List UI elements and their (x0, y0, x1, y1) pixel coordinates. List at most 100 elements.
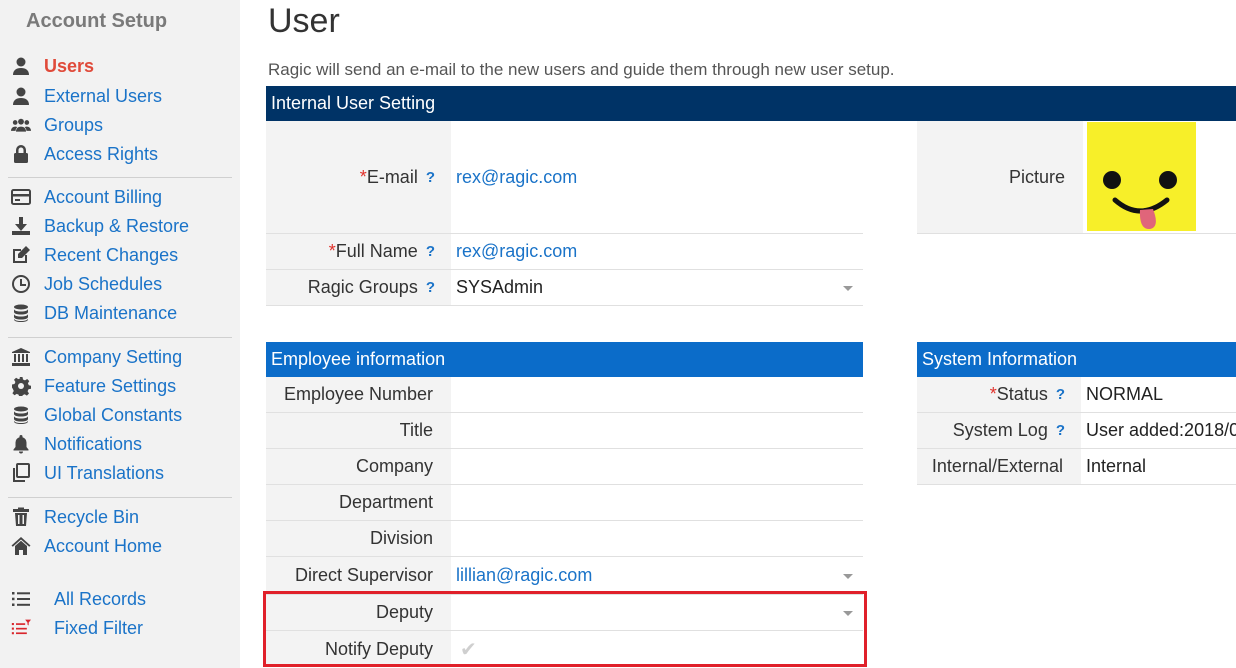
status-row: * Status? NORMAL (917, 377, 1236, 413)
sidebar-item-external-users[interactable]: External Users (8, 83, 162, 109)
internal-external-field[interactable]: Internal (1081, 449, 1236, 484)
division-label: Division (266, 521, 451, 556)
system-log-label: System Log? (917, 413, 1081, 448)
status-field[interactable]: NORMAL (1081, 377, 1236, 412)
help-icon[interactable]: ? (1056, 386, 1065, 403)
sidebar-item-notifications[interactable]: Notifications (8, 431, 142, 457)
sidebar-item-label: Notifications (44, 433, 143, 454)
sidebar: Account Setup Users External Users Group… (0, 0, 240, 668)
ragic-groups-select[interactable]: SYSAdmin (451, 270, 863, 305)
bank-icon (8, 345, 34, 369)
help-icon[interactable]: ? (426, 243, 435, 260)
download-icon (8, 214, 34, 238)
full-name-label-text: Full Name (335, 241, 418, 261)
sidebar-item-label: Account Billing (44, 186, 163, 207)
trash-icon (8, 505, 34, 529)
database-icon (8, 403, 34, 427)
ragic-groups-row: Ragic Groups? SYSAdmin (266, 270, 863, 306)
sidebar-item-label: Feature Settings (44, 375, 177, 396)
sidebar-item-company-setting[interactable]: Company Setting (8, 344, 182, 370)
sidebar-item-label: Recent Changes (44, 244, 179, 265)
sidebar-item-feature-settings[interactable]: Feature Settings (8, 373, 176, 399)
title-label: Title (266, 413, 451, 448)
required-mark: * (359, 166, 367, 187)
clock-icon (8, 272, 34, 296)
database-icon (8, 301, 34, 325)
email-label: * E-mail? (266, 121, 451, 233)
full-name-label: * Full Name? (266, 234, 451, 269)
full-name-row: * Full Name? rex@ragic.com (266, 234, 863, 270)
email-field[interactable]: rex@ragic.com (451, 121, 863, 233)
division-field[interactable] (451, 521, 863, 556)
sidebar-item-recycle-bin[interactable]: Recycle Bin (8, 504, 139, 530)
sidebar-item-job-schedules[interactable]: Job Schedules (8, 271, 162, 297)
chevron-down-icon (843, 610, 853, 616)
notify-deputy-checkbox[interactable]: ✔ (451, 631, 863, 667)
system-log-field[interactable]: User added:2018/0 (1081, 413, 1236, 448)
sidebar-item-account-billing[interactable]: Account Billing (8, 184, 162, 210)
smiley-face-icon (1103, 171, 1177, 230)
direct-supervisor-select[interactable]: lillian@ragic.com (451, 557, 863, 594)
page-title: User (268, 2, 340, 40)
sidebar-item-label: Backup & Restore (44, 215, 190, 236)
sidebar-item-label: Fixed Filter (54, 617, 144, 638)
chevron-down-icon (843, 573, 853, 579)
sidebar-item-users[interactable]: Users (8, 53, 94, 79)
internal-external-label: Internal/External (917, 449, 1081, 484)
notify-deputy-row: Notify Deputy ✔ (266, 631, 863, 667)
deputy-label: Deputy (266, 595, 451, 630)
users-group-icon (8, 113, 34, 137)
sidebar-item-recent-changes[interactable]: Recent Changes (8, 242, 178, 268)
sidebar-item-fixed-filter[interactable]: Fixed Filter (8, 615, 143, 641)
help-icon[interactable]: ? (1056, 422, 1065, 439)
sidebar-item-global-constants[interactable]: Global Constants (8, 402, 182, 428)
division-row: Division (266, 521, 863, 557)
email-label-text: E-mail (366, 166, 418, 187)
status-label-text: Status (996, 384, 1048, 404)
sidebar-item-label: Access Rights (44, 143, 159, 164)
sidebar-item-label: UI Translations (44, 462, 165, 483)
company-field[interactable] (451, 449, 863, 484)
list-icon (8, 587, 34, 611)
help-icon[interactable]: ? (426, 279, 435, 296)
sidebar-item-label: DB Maintenance (44, 302, 178, 323)
sidebar-item-backup-restore[interactable]: Backup & Restore (8, 213, 189, 239)
home-icon (8, 534, 34, 558)
sidebar-item-label: Account Home (44, 535, 163, 556)
ragic-groups-label-text: Ragic Groups (307, 277, 418, 297)
sidebar-item-all-records[interactable]: All Records (8, 586, 146, 612)
deputy-select[interactable] (451, 595, 863, 630)
system-log-label-text: System Log (952, 420, 1048, 440)
sidebar-divider (8, 337, 232, 338)
sidebar-item-groups[interactable]: Groups (8, 112, 103, 138)
email-row: * E-mail? rex@ragic.com (266, 121, 863, 234)
direct-supervisor-value: lillian@ragic.com (456, 565, 593, 585)
sidebar-item-access-rights[interactable]: Access Rights (8, 141, 158, 167)
full-name-value: rex@ragic.com (456, 241, 578, 261)
sidebar-divider (8, 497, 232, 498)
sidebar-item-label: Groups (44, 114, 104, 135)
internal-user-setting-header: Internal User Setting (266, 86, 1236, 121)
department-field[interactable] (451, 485, 863, 520)
title-row: Title (266, 413, 863, 449)
notify-deputy-label: Notify Deputy (266, 631, 451, 667)
system-information-header: System Information (917, 342, 1236, 377)
copy-icon (8, 461, 34, 485)
company-row: Company (266, 449, 863, 485)
title-field[interactable] (451, 413, 863, 448)
internal-external-row: Internal/External Internal (917, 449, 1236, 485)
employee-number-field[interactable] (451, 377, 863, 412)
deputy-row: Deputy (266, 595, 863, 631)
sidebar-item-account-home[interactable]: Account Home (8, 533, 162, 559)
internal-external-value: Internal (1086, 456, 1147, 476)
sidebar-item-db-maintenance[interactable]: DB Maintenance (8, 300, 177, 326)
avatar[interactable] (1087, 122, 1196, 231)
sidebar-item-label: Job Schedules (44, 273, 163, 294)
checkmark-icon: ✔ (460, 638, 477, 661)
billing-icon (8, 185, 34, 209)
bell-icon (8, 432, 34, 456)
full-name-field[interactable]: rex@ragic.com (451, 234, 863, 269)
required-mark: * (328, 241, 336, 261)
help-icon[interactable]: ? (426, 169, 435, 186)
sidebar-item-ui-translations[interactable]: UI Translations (8, 460, 164, 486)
